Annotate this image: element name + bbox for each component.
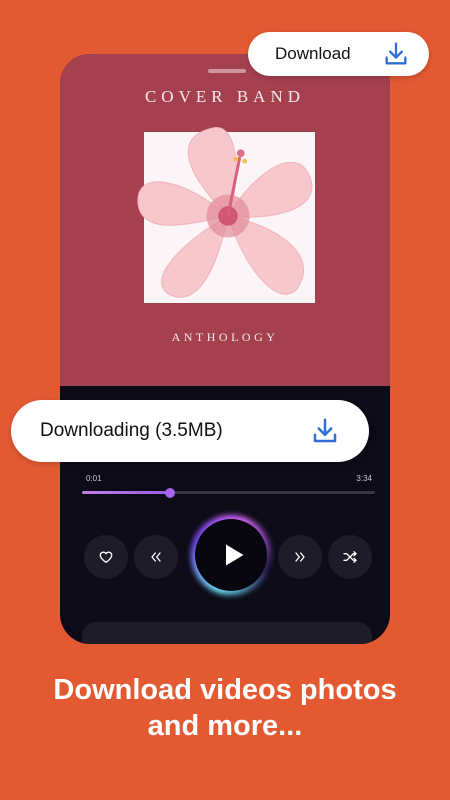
download-icon (385, 42, 407, 65)
progress-thumb[interactable] (164, 488, 175, 498)
like-button[interactable] (84, 535, 128, 579)
promo-headline: Download videos photos and more... (0, 672, 450, 744)
rewind-button[interactable] (134, 535, 178, 579)
total-time: 3:34 (356, 474, 372, 483)
play-icon (226, 544, 244, 566)
shuffle-button[interactable] (328, 535, 372, 579)
progress-fill (82, 491, 170, 494)
hibiscus-flower-artwork (137, 127, 313, 298)
shuffle-icon (343, 551, 357, 563)
progress-slider[interactable] (82, 488, 375, 498)
fast-forward-button[interactable] (278, 535, 322, 579)
album-subtitle: ANTHOLOGY (171, 330, 279, 344)
play-button[interactable] (195, 519, 267, 591)
download-button[interactable]: Download (248, 32, 429, 76)
rewind-icon (151, 552, 161, 562)
band-name: COVER BAND (144, 87, 306, 106)
downloading-label: Downloading (3.5MB) (40, 420, 223, 441)
headline-line-1: Download videos photos (53, 674, 397, 706)
headline-line-2: and more... (147, 710, 303, 742)
drag-handle[interactable] (208, 69, 246, 73)
queue-card[interactable] (82, 622, 372, 644)
downloading-status-pill[interactable]: Downloading (3.5MB) (11, 400, 369, 462)
album-area: COVER BAND ANTHOLOGY (60, 54, 390, 386)
download-icon (313, 418, 337, 443)
phone-mockup: COVER BAND ANTHOLOGY 0:01 3:34 (60, 54, 390, 644)
current-time: 0:01 (86, 474, 102, 483)
fast-forward-icon (295, 552, 305, 562)
heart-icon (99, 551, 113, 563)
download-label: Download (275, 44, 351, 63)
